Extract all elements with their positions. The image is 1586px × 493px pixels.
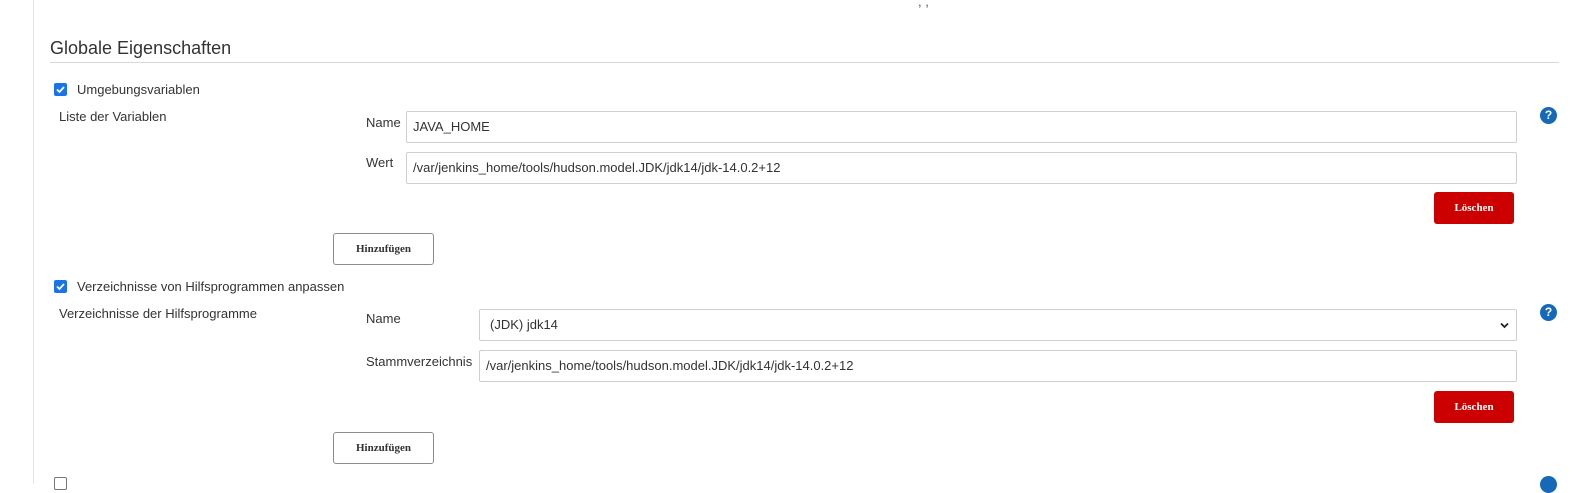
tool-locations-checkbox-label[interactable]: Verzeichnisse von Hilfsprogrammen anpass… [77, 279, 344, 294]
env-vars-checkbox[interactable] [54, 83, 67, 96]
section-divider [50, 62, 1559, 63]
tool-delete-button[interactable]: Löschen [1434, 391, 1514, 423]
env-var-delete-button[interactable]: Löschen [1434, 192, 1514, 224]
tool-name-label: Name [366, 311, 401, 326]
env-vars-checkbox-label[interactable]: Umgebungsvariablen [77, 82, 200, 97]
section-title: Globale Eigenschaften [50, 38, 232, 58]
tool-add-button[interactable]: Hinzufügen [333, 432, 434, 464]
checkmark-icon [56, 86, 65, 94]
tool-name-selected-value: (JDK) jdk14 [490, 317, 558, 332]
tool-home-label: Stammverzeichnis [366, 354, 473, 369]
help-icon[interactable] [1540, 476, 1557, 493]
tool-home-input[interactable]: /var/jenkins_home/tools/hudson.model.JDK… [479, 350, 1517, 382]
help-icon[interactable]: ? [1540, 107, 1557, 124]
left-gutter [0, 0, 34, 484]
env-vars-list-label: Liste der Variablen [59, 109, 167, 124]
env-var-value-input[interactable]: /var/jenkins_home/tools/hudson.model.JDK… [406, 152, 1517, 184]
checkmark-icon [56, 283, 65, 291]
env-var-name-input[interactable]: JAVA_HOME [406, 111, 1517, 143]
top-text-fragment: , , [918, 0, 929, 9]
help-icon[interactable]: ? [1540, 304, 1557, 321]
tool-locations-list-label: Verzeichnisse der Hilfsprogramme [59, 306, 257, 321]
env-var-add-button[interactable]: Hinzufügen [333, 233, 434, 265]
tool-name-select[interactable]: (JDK) jdk14 [479, 309, 1517, 341]
env-var-value-label: Wert [366, 155, 394, 170]
tool-locations-checkbox[interactable] [54, 280, 67, 293]
env-var-name-label: Name [366, 115, 401, 130]
chevron-down-icon [1500, 322, 1509, 329]
